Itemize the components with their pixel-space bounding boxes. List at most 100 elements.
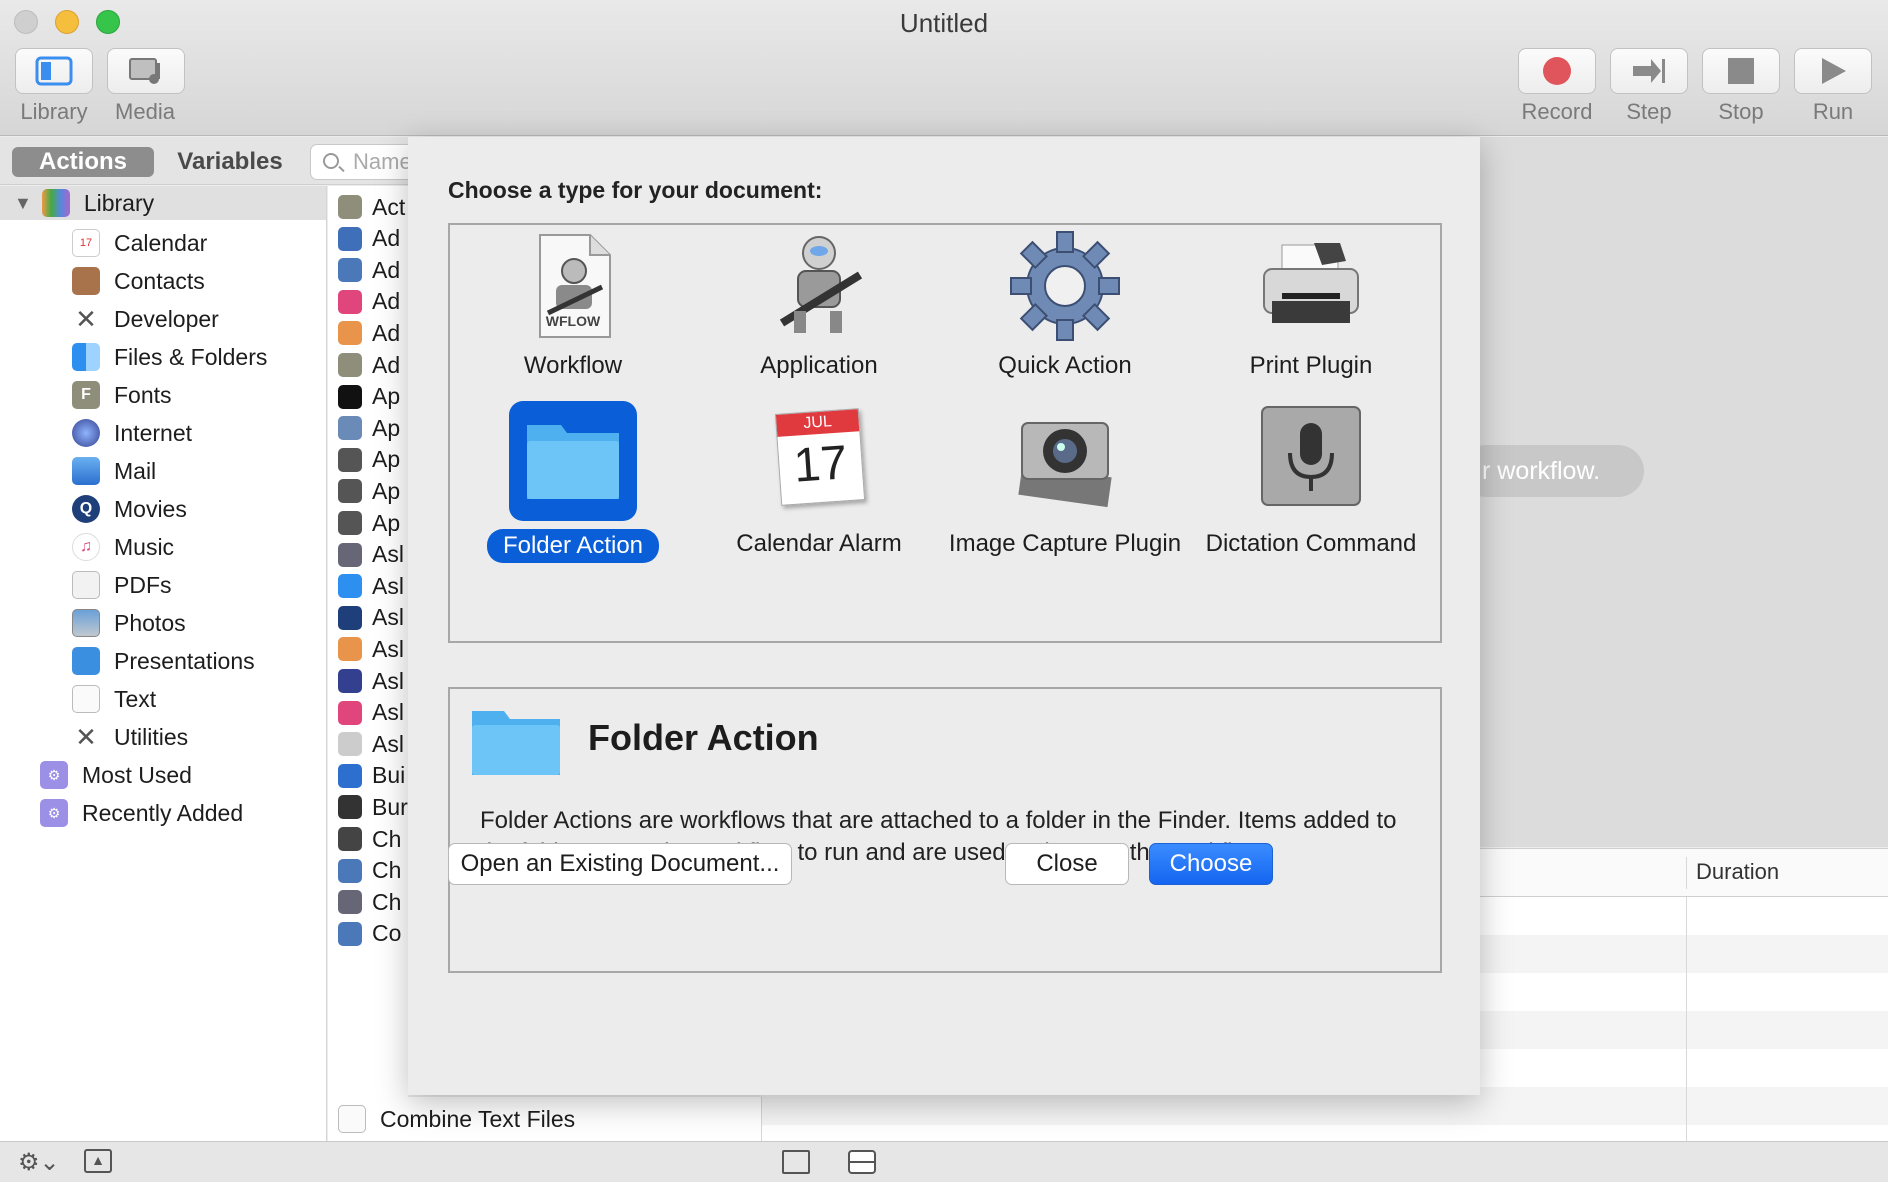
step-icon (1633, 59, 1665, 83)
sidebar-item-most-used[interactable]: ⚙ Most Used (40, 756, 192, 794)
action-icon (338, 321, 362, 346)
type-image-capture-plugin[interactable]: Image Capture Plugin (942, 401, 1188, 559)
search-placeholder: Name (353, 149, 412, 174)
show-description-icon[interactable]: ▲ (84, 1149, 112, 1173)
type-application[interactable]: Application (696, 231, 942, 381)
sidebar-item-text[interactable]: Text (72, 680, 156, 718)
action-icon (338, 289, 362, 314)
action-icon (338, 574, 362, 599)
type-calendar-alarm[interactable]: JUL 17 Calendar Alarm (696, 401, 942, 559)
media-icon (129, 58, 160, 84)
column-divider[interactable] (1686, 857, 1687, 889)
sidebar-item-label: Most Used (82, 761, 192, 788)
library-toggle-button[interactable] (15, 48, 93, 94)
library-root-label: Library (83, 189, 155, 216)
type-dictation-command[interactable]: Dictation Command (1188, 401, 1434, 559)
type-label: Image Capture Plugin (948, 530, 1182, 557)
action-label: Ap (372, 477, 401, 504)
record-button[interactable] (1518, 48, 1596, 94)
action-label: Ad (372, 288, 401, 315)
step-button[interactable] (1610, 48, 1688, 94)
library-label: Library (20, 99, 88, 124)
sidebar-item-contacts[interactable]: Contacts (72, 262, 205, 300)
action-icon (338, 669, 362, 693)
open-existing-document-button[interactable]: Open an Existing Document... (448, 843, 792, 885)
mail-icon (72, 457, 100, 485)
action-label: Ap (372, 446, 401, 473)
printer-icon (1256, 231, 1366, 341)
action-icon (338, 384, 362, 409)
action-label: Ad (372, 256, 401, 283)
type-print-plugin[interactable]: Print Plugin (1188, 231, 1434, 381)
window-toolbar: Untitled Library Media Record Step Stop … (0, 0, 1888, 136)
action-icon (338, 479, 362, 504)
action-label: Ch (372, 857, 402, 884)
library-root-row[interactable]: ▼ Library (0, 186, 326, 220)
action-icon (338, 353, 362, 377)
sidebar-item-label: PDFs (114, 571, 172, 598)
action-label: Asl (372, 667, 404, 694)
duration-column-header[interactable]: Duration (1696, 859, 1779, 885)
action-icon (338, 605, 362, 630)
action-icon (338, 921, 362, 946)
utilities-icon: ✕ (75, 721, 97, 752)
sidebar-item-movies[interactable]: Q Movies (72, 490, 187, 528)
sidebar-item-utilities[interactable]: ✕ Utilities (72, 718, 188, 756)
list-view-icon[interactable] (782, 1150, 810, 1174)
disclosure-triangle-icon[interactable]: ▼ (14, 193, 32, 214)
finder-icon (72, 343, 100, 371)
type-workflow[interactable]: WFLOW Workflow (450, 231, 696, 381)
sidebar-item-recently-added[interactable]: ⚙ Recently Added (40, 794, 243, 832)
action-icon (338, 416, 362, 441)
sidebar-item-label: Calendar (114, 229, 208, 256)
type-quick-action[interactable]: Quick Action (942, 231, 1188, 381)
sidebar-item-internet[interactable]: Internet (72, 414, 192, 452)
action-label: Asl (372, 635, 404, 662)
action-row[interactable]: Co (338, 915, 401, 953)
sidebar-item-pdfs[interactable]: PDFs (72, 566, 172, 604)
action-row-combine-text-files[interactable]: Combine Text Files (328, 1097, 762, 1141)
calendar-icon: JUL 17 (764, 401, 874, 511)
microphone-icon (1256, 401, 1366, 511)
type-label: Folder Action (486, 529, 660, 563)
split-view-icon[interactable] (848, 1150, 876, 1174)
sidebar-item-photos[interactable]: Photos (72, 604, 186, 642)
search-input[interactable]: Name (310, 144, 420, 180)
bottom-bar: ⚙⌄ ▲ (0, 1141, 1888, 1182)
tab-variables[interactable]: Variables (166, 147, 294, 177)
action-icon (338, 542, 362, 567)
play-icon (1822, 58, 1846, 84)
calendar-icon: 17 (72, 229, 100, 257)
action-list[interactable]: Act Ad Ad Ad Ad Ad Ap Ap Ap Ap Ap Asl Asl Asl Asl Asl As… (328, 186, 408, 1141)
media-button[interactable] (107, 48, 185, 94)
pdf-icon (72, 571, 100, 599)
sidebar-item-developer[interactable]: ✕ Developer (72, 300, 219, 338)
sidebar-item-calendar[interactable]: 17 Calendar (72, 224, 207, 262)
sidebar-item-label: Fonts (114, 381, 172, 408)
choose-button[interactable]: Choose (1149, 843, 1273, 885)
run-button[interactable] (1794, 48, 1872, 94)
sidebar-item-fonts[interactable]: F Fonts (72, 376, 172, 414)
sidebar-item-music[interactable]: ♫ Music (72, 528, 174, 566)
document-type-sheet: Choose a type for your document: WFLOW W… (408, 137, 1480, 1095)
document-type-grid: WFLOW Workflow Application Quick Action (448, 223, 1442, 643)
text-icon (338, 1105, 366, 1133)
action-label: Asl (372, 604, 404, 631)
text-icon (72, 685, 100, 713)
gear-menu-icon[interactable]: ⚙⌄ (18, 1148, 60, 1177)
type-folder-action[interactable]: Folder Action (450, 401, 696, 563)
sidebar-item-mail[interactable]: Mail (72, 452, 156, 490)
action-label: Ad (372, 351, 401, 378)
type-label: Dictation Command (1205, 530, 1417, 557)
tab-actions[interactable]: Actions (12, 147, 154, 177)
sidebar-item-files-folders[interactable]: Files & Folders (72, 338, 267, 376)
workflow-badge: WFLOW (545, 313, 601, 329)
close-button[interactable]: Close (1005, 843, 1129, 885)
library-list[interactable]: ▼ Library 17 Calendar Contacts ✕ Develop… (0, 186, 327, 1141)
stop-button[interactable] (1702, 48, 1780, 94)
sidebar-item-presentations[interactable]: Presentations (72, 642, 255, 680)
automator-robot-icon (764, 231, 874, 341)
action-icon (338, 195, 362, 219)
action-label: Asl (372, 730, 404, 757)
sidebar-item-label: Mail (114, 457, 157, 484)
